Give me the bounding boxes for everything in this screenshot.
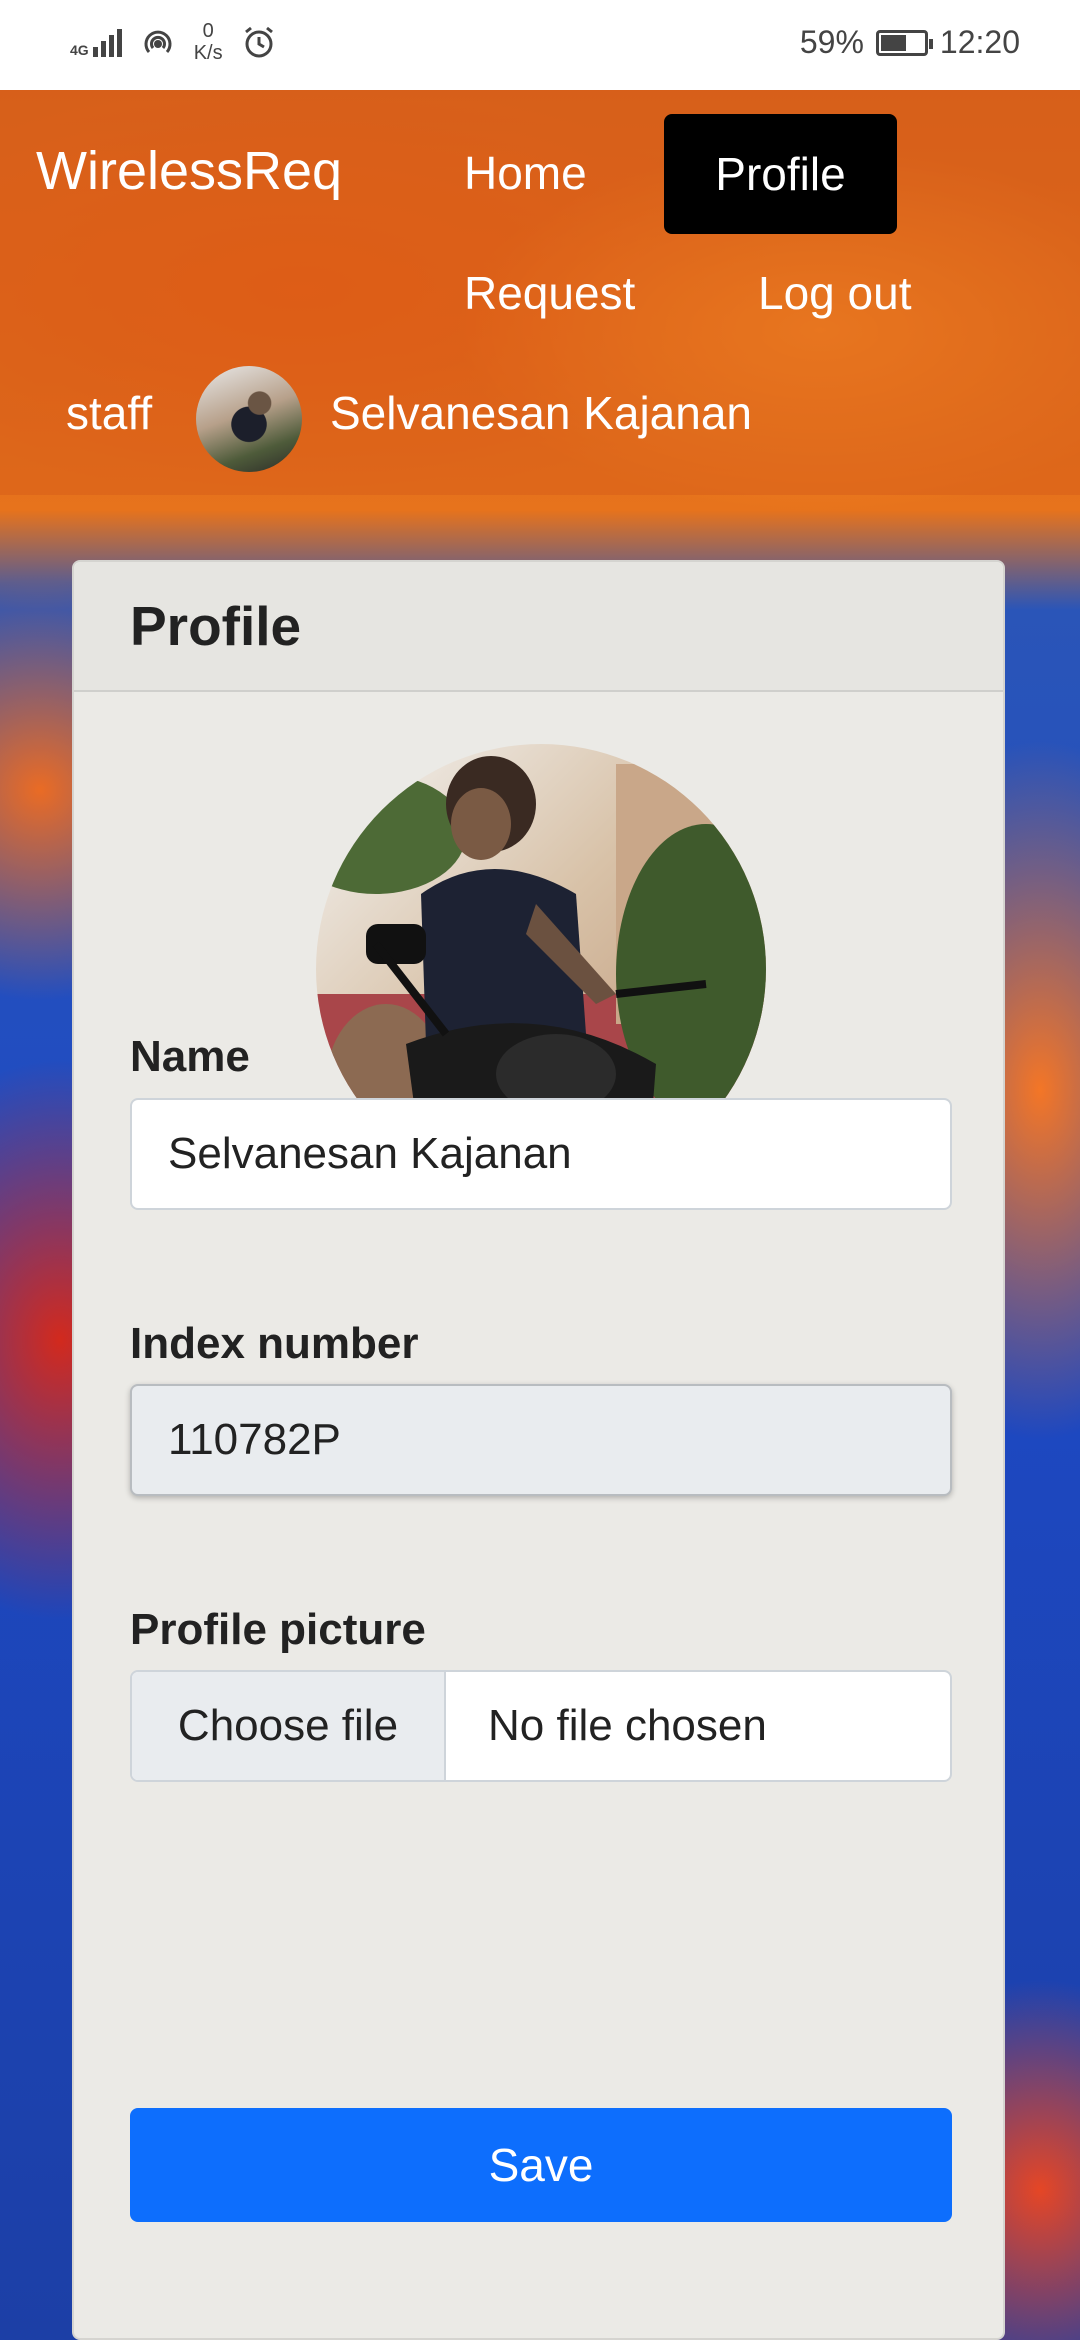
file-status-text: No file chosen <box>488 1701 767 1750</box>
battery-icon <box>875 29 933 56</box>
alarm-icon <box>244 26 273 58</box>
clock: 12:20 <box>939 24 1020 60</box>
name-field[interactable]: Selvanesan Kajanan <box>130 1098 952 1210</box>
network-type: 4G <box>70 42 89 58</box>
nav-username: Selvanesan Kajanan <box>330 387 752 439</box>
profile-picture-input[interactable]: Choose file No file chosen <box>130 1670 952 1782</box>
card-title: Profile <box>74 562 1003 692</box>
brand-logo[interactable]: WirelessReq <box>36 140 342 202</box>
avatar <box>196 366 302 472</box>
index-label: Index number <box>130 1319 419 1368</box>
profile-card: Profile Name Selvanesan Kajanan Index nu… <box>72 560 1005 2340</box>
signal-icon <box>92 27 122 57</box>
save-button[interactable]: Save <box>130 2108 952 2222</box>
status-bar: 4G 0 K/s 59% 12:20 <box>0 0 1080 90</box>
nav-profile[interactable]: Profile <box>664 114 897 234</box>
battery-percent: 59% <box>799 24 864 60</box>
nav-home[interactable]: Home <box>464 146 587 200</box>
name-label: Name <box>130 1032 250 1081</box>
choose-file-button[interactable]: Choose file <box>132 1672 446 1780</box>
nav-request[interactable]: Request <box>464 266 635 320</box>
user-role: staff <box>66 387 153 439</box>
profile-picture-label: Profile picture <box>130 1605 426 1654</box>
index-number-field[interactable]: 110782P <box>130 1384 952 1496</box>
data-speed: 0 K/s <box>193 20 223 64</box>
hotspot-icon <box>144 30 172 53</box>
nav-logout[interactable]: Log out <box>758 266 911 320</box>
